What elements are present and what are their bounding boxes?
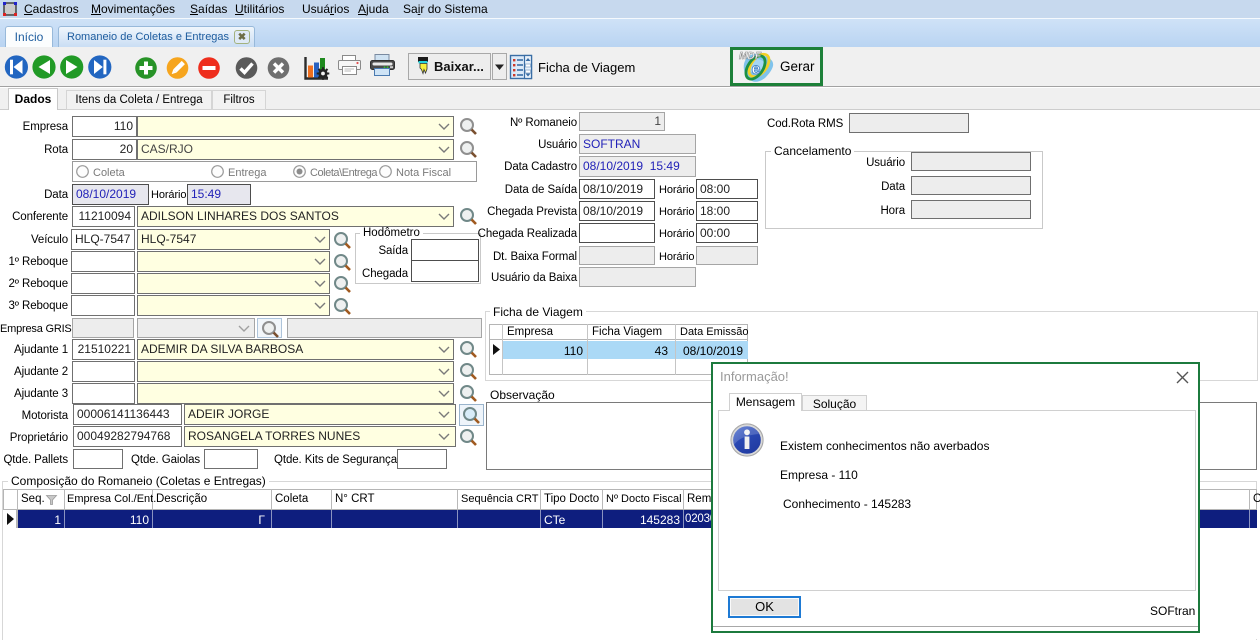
svg-text:e: e bbox=[752, 61, 761, 78]
svg-text:MDF: MDF bbox=[739, 51, 762, 62]
